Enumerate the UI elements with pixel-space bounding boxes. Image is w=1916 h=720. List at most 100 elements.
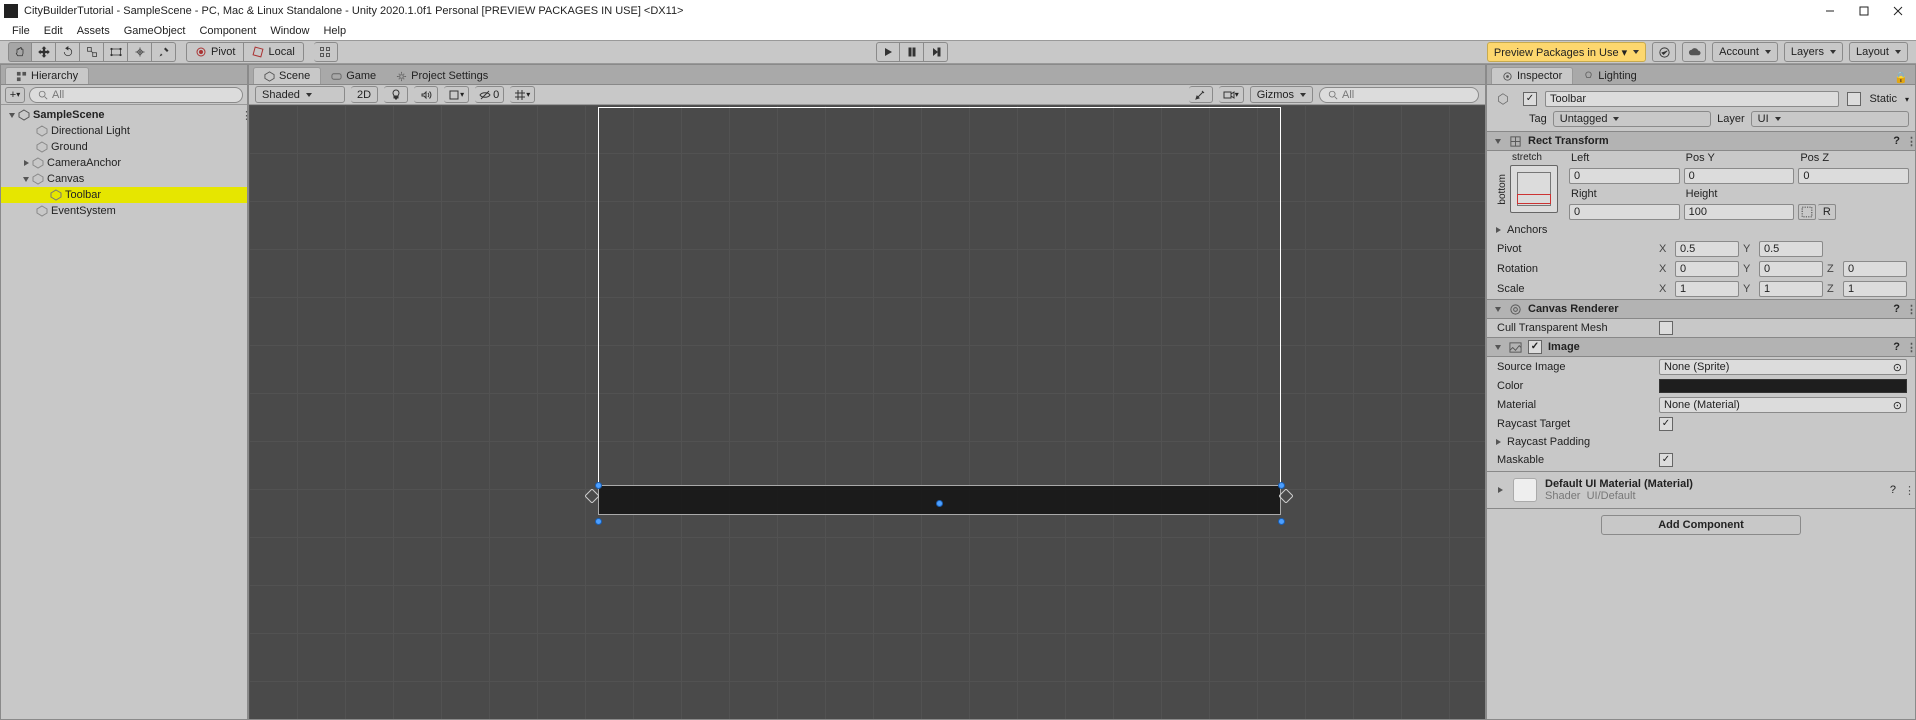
name-field[interactable]: Toolbar xyxy=(1545,91,1839,107)
left-field[interactable]: 0 xyxy=(1569,168,1680,184)
image-enabled-checkbox[interactable] xyxy=(1528,340,1542,354)
collab-button[interactable] xyxy=(1652,42,1676,62)
close-button[interactable] xyxy=(1884,2,1912,20)
transform-tool-button[interactable] xyxy=(128,42,152,62)
foldout-icon[interactable] xyxy=(1495,485,1505,495)
static-dropdown-icon[interactable]: ▾ xyxy=(1905,95,1909,104)
scene-tab[interactable]: Scene xyxy=(253,67,321,84)
component-menu-button[interactable] xyxy=(1906,341,1909,353)
menu-edit[interactable]: Edit xyxy=(38,23,69,39)
cloud-button[interactable] xyxy=(1682,42,1706,62)
local-toggle[interactable]: Local xyxy=(244,42,303,62)
foldout-icon[interactable] xyxy=(1493,304,1503,314)
scale-y-field[interactable]: 1 xyxy=(1759,281,1823,297)
help-icon[interactable]: ? xyxy=(1893,303,1900,315)
component-menu-button[interactable] xyxy=(1906,303,1909,315)
lighting-toggle[interactable] xyxy=(384,86,408,103)
account-dropdown[interactable]: Account xyxy=(1712,42,1778,62)
game-tab[interactable]: Game xyxy=(321,68,386,84)
foldout-icon[interactable] xyxy=(21,158,31,168)
tree-row[interactable]: Ground xyxy=(1,139,247,155)
fx-dropdown[interactable]: ▾ xyxy=(444,86,469,103)
blueprint-button[interactable] xyxy=(1798,204,1816,220)
foldout-icon[interactable] xyxy=(1493,136,1503,146)
tree-row[interactable]: CameraAnchor xyxy=(1,155,247,171)
scale-x-field[interactable]: 1 xyxy=(1675,281,1739,297)
maximize-button[interactable] xyxy=(1850,2,1878,20)
rect-handle[interactable] xyxy=(595,482,602,489)
tree-row-selected[interactable]: Toolbar xyxy=(1,187,247,203)
foldout-icon[interactable] xyxy=(1493,437,1503,447)
tree-row[interactable]: Directional Light xyxy=(1,123,247,139)
hand-tool-button[interactable] xyxy=(8,42,32,62)
object-picker-icon[interactable]: ⊙ xyxy=(1893,361,1902,374)
pause-button[interactable] xyxy=(900,42,924,62)
tag-dropdown[interactable]: Untagged xyxy=(1553,111,1711,127)
height-field[interactable]: 100 xyxy=(1684,204,1795,220)
tools-toggle[interactable] xyxy=(1189,86,1213,103)
active-checkbox[interactable] xyxy=(1523,92,1537,106)
hierarchy-tab[interactable]: Hierarchy xyxy=(5,67,89,84)
rect-handle[interactable] xyxy=(1278,518,1285,525)
cull-checkbox[interactable] xyxy=(1659,321,1673,335)
pivot-y-field[interactable]: 0.5 xyxy=(1759,241,1823,257)
posy-field[interactable]: 0 xyxy=(1684,168,1795,184)
menu-assets[interactable]: Assets xyxy=(71,23,116,39)
camera-dropdown[interactable]: ▾ xyxy=(1219,86,1244,103)
menu-component[interactable]: Component xyxy=(193,23,262,39)
raycast-target-checkbox[interactable] xyxy=(1659,417,1673,431)
foldout-icon[interactable] xyxy=(21,174,31,184)
scene-search[interactable]: All xyxy=(1319,87,1479,103)
anchor-handle-icon[interactable] xyxy=(585,489,599,503)
step-button[interactable] xyxy=(924,42,948,62)
hierarchy-search[interactable]: All xyxy=(29,87,243,103)
rotate-tool-button[interactable] xyxy=(56,42,80,62)
scale-tool-button[interactable] xyxy=(80,42,104,62)
object-picker-icon[interactable]: ⊙ xyxy=(1893,399,1902,412)
right-field[interactable]: 0 xyxy=(1569,204,1680,220)
custom-tools-button[interactable] xyxy=(152,42,176,62)
rect-handle[interactable] xyxy=(1278,482,1285,489)
source-image-field[interactable]: None (Sprite)⊙ xyxy=(1659,359,1907,375)
tree-row[interactable]: EventSystem xyxy=(1,203,247,219)
static-checkbox[interactable] xyxy=(1847,92,1861,106)
hierarchy-create-button[interactable]: +▾ xyxy=(5,87,25,103)
2d-toggle[interactable]: 2D xyxy=(351,86,378,103)
anchor-handle-icon[interactable] xyxy=(1279,489,1293,503)
hidden-objects[interactable]: 0 xyxy=(475,86,504,103)
layer-dropdown[interactable]: UI xyxy=(1751,111,1909,127)
raw-edit-button[interactable]: R xyxy=(1818,204,1836,220)
rot-y-field[interactable]: 0 xyxy=(1759,261,1823,277)
inspector-menu-button[interactable] xyxy=(1912,72,1915,84)
layout-dropdown[interactable]: Layout xyxy=(1849,42,1908,62)
maskable-checkbox[interactable] xyxy=(1659,453,1673,467)
grid-dropdown[interactable]: ▾ xyxy=(510,86,535,103)
anchor-presets-button[interactable] xyxy=(1510,165,1558,213)
audio-toggle[interactable] xyxy=(414,86,438,103)
menu-gameobject[interactable]: GameObject xyxy=(118,23,192,39)
lighting-tab[interactable]: Lighting xyxy=(1573,68,1647,84)
rect-transform-header[interactable]: Rect Transform ? xyxy=(1487,131,1915,151)
pivot-x-field[interactable]: 0.5 xyxy=(1675,241,1739,257)
foldout-icon[interactable] xyxy=(7,110,17,120)
scene-menu-button[interactable] xyxy=(241,109,247,121)
scale-z-field[interactable]: 1 xyxy=(1843,281,1907,297)
project-settings-tab[interactable]: Project Settings xyxy=(386,68,498,84)
hierarchy-menu-button[interactable] xyxy=(244,72,247,84)
help-icon[interactable]: ? xyxy=(1893,135,1900,147)
preview-packages-button[interactable]: Preview Packages in Use ▾ xyxy=(1487,42,1646,62)
help-icon[interactable]: ? xyxy=(1890,484,1896,496)
pivot-toggle[interactable]: Pivot xyxy=(186,42,244,62)
component-menu-button[interactable] xyxy=(1906,135,1909,147)
shading-dropdown[interactable]: Shaded xyxy=(255,86,345,103)
play-button[interactable] xyxy=(876,42,900,62)
move-tool-button[interactable] xyxy=(32,42,56,62)
canvas-renderer-header[interactable]: Canvas Renderer ? xyxy=(1487,299,1915,319)
tree-row[interactable]: Canvas xyxy=(1,171,247,187)
rect-handle[interactable] xyxy=(936,500,943,507)
rect-handle[interactable] xyxy=(595,518,602,525)
image-header[interactable]: Image ? xyxy=(1487,337,1915,357)
material-field[interactable]: None (Material)⊙ xyxy=(1659,397,1907,413)
layers-dropdown[interactable]: Layers xyxy=(1784,42,1843,62)
component-menu-button[interactable] xyxy=(1904,484,1907,496)
